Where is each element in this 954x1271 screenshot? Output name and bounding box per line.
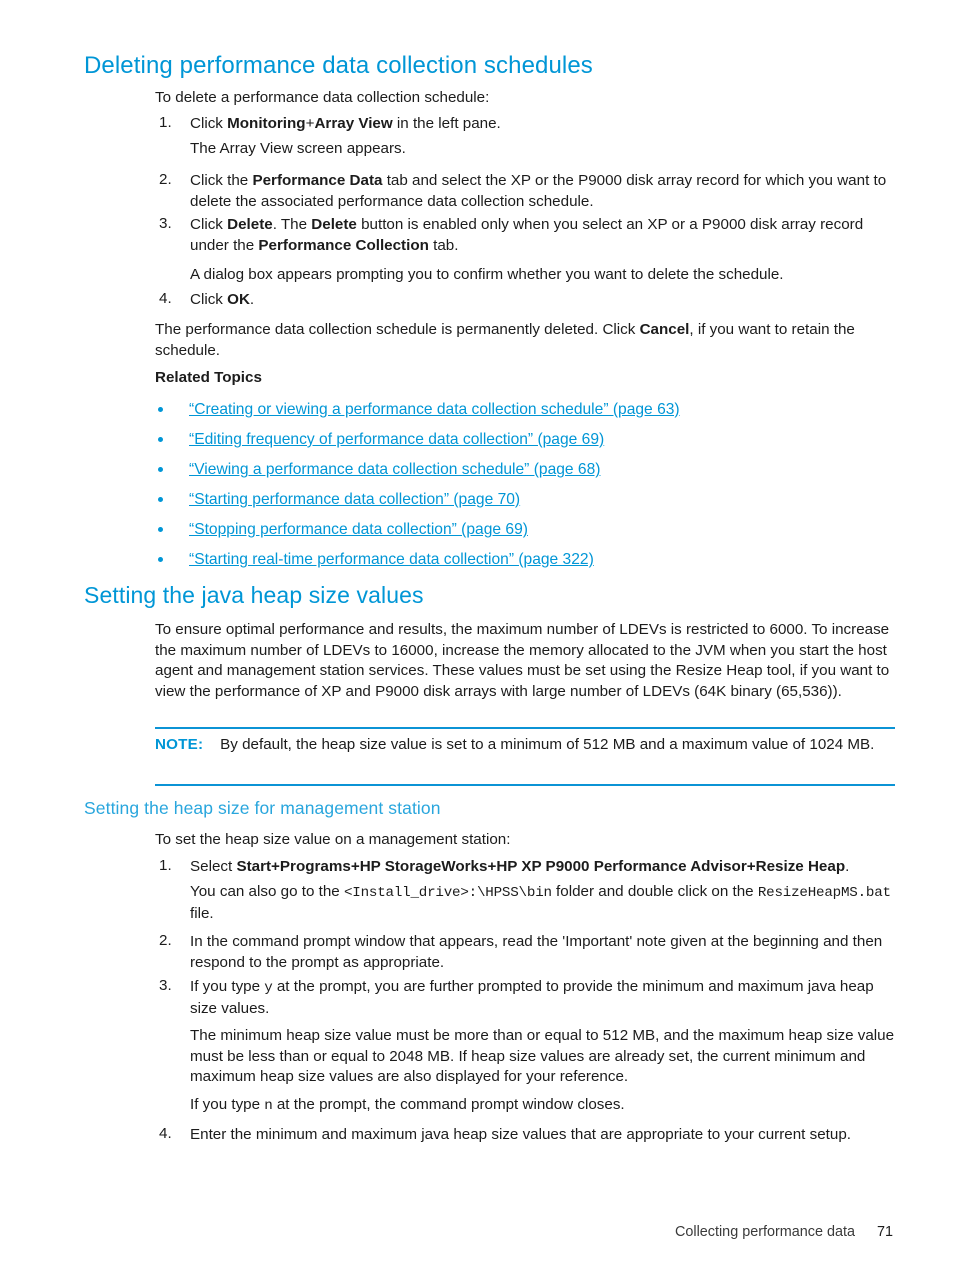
list-number: 3. bbox=[159, 977, 172, 994]
section1-intro: To delete a performance data collection … bbox=[155, 89, 490, 106]
list-item: Click Delete. The Delete button is enabl… bbox=[190, 216, 864, 254]
footer-page-number: 71 bbox=[876, 1224, 893, 1240]
related-topic-link[interactable]: “Creating or viewing a performance data … bbox=[189, 400, 680, 420]
note-bottom-rule bbox=[155, 784, 895, 786]
bullet-icon bbox=[158, 527, 163, 532]
list-item: Click Monitoring+Array View in the left … bbox=[190, 115, 501, 132]
document-page: Deleting performance data collection sch… bbox=[0, 0, 954, 1271]
list-item-continuation: The Array View screen appears. bbox=[190, 140, 406, 157]
note-spacer bbox=[203, 736, 220, 753]
list-item: In the command prompt window that appear… bbox=[190, 933, 883, 971]
page-footer: Collecting performance data 71 bbox=[0, 1224, 954, 1240]
section1-closing-paragraph: The performance data collection schedule… bbox=[155, 321, 855, 359]
bullet-icon bbox=[158, 437, 163, 442]
footer-chapter-title: Collecting performance data bbox=[675, 1224, 855, 1240]
subsection-heading-management-station: Setting the heap size for management sta… bbox=[84, 798, 441, 818]
list-item-continuation: The minimum heap size value must be more… bbox=[190, 1027, 895, 1086]
related-topic-link[interactable]: “Viewing a performance data collection s… bbox=[189, 460, 600, 480]
list-number: 4. bbox=[159, 1125, 172, 1142]
bullet-icon bbox=[158, 467, 163, 472]
note-block: NOTE: By default, the heap size value is… bbox=[155, 734, 897, 755]
bullet-icon bbox=[158, 557, 163, 562]
list-item: Enter the minimum and maximum java heap … bbox=[190, 1126, 851, 1143]
list-number: 2. bbox=[159, 171, 172, 188]
related-topic-link[interactable]: “Starting real-time performance data col… bbox=[189, 550, 594, 570]
bullet-icon bbox=[158, 497, 163, 502]
list-number: 1. bbox=[159, 857, 172, 874]
list-item: Click the Performance Data tab and selec… bbox=[190, 172, 887, 210]
section-heading-deleting-schedules: Deleting performance data collection sch… bbox=[84, 52, 593, 79]
list-number: 4. bbox=[159, 290, 172, 307]
list-number: 3. bbox=[159, 215, 172, 232]
list-item: Click OK. bbox=[190, 291, 255, 308]
note-text: By default, the heap size value is set t… bbox=[220, 736, 875, 753]
note-top-rule bbox=[155, 727, 895, 729]
bullet-icon bbox=[158, 407, 163, 412]
list-item: If you type y at the prompt, you are fur… bbox=[190, 978, 874, 1017]
related-topic-link[interactable]: “Stopping performance data collection” (… bbox=[189, 520, 528, 540]
list-item-continuation: A dialog box appears prompting you to co… bbox=[190, 266, 784, 283]
list-number: 1. bbox=[159, 114, 172, 131]
section-heading-java-heap: Setting the java heap size values bbox=[84, 582, 424, 608]
section2-sub-intro: To set the heap size value on a manageme… bbox=[155, 831, 511, 848]
note-label: NOTE: bbox=[155, 736, 204, 753]
section2-paragraph: To ensure optimal performance and result… bbox=[155, 621, 890, 700]
related-topic-link[interactable]: “Starting performance data collection” (… bbox=[189, 490, 520, 510]
related-topic-link[interactable]: “Editing frequency of performance data c… bbox=[189, 430, 604, 450]
list-number: 2. bbox=[159, 932, 172, 949]
list-item-continuation: You can also go to the <Install_drive>:\… bbox=[190, 883, 891, 922]
related-topics-label: Related Topics bbox=[155, 369, 262, 386]
list-item-continuation: If you type n at the prompt, the command… bbox=[190, 1096, 625, 1114]
list-item: Select Start+Programs+HP StorageWorks+HP… bbox=[190, 858, 850, 875]
